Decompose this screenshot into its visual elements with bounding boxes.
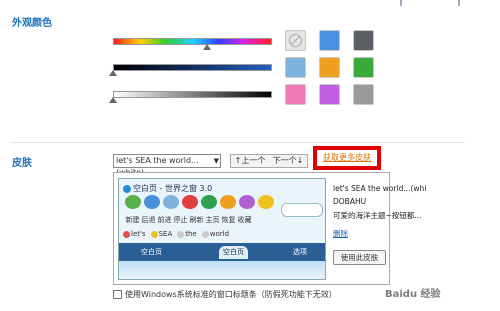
skin-preview: 空白页 - 世界之窗 3.0 新建 后退 前进 停止 刷新 主页 恢复 收藏 l… xyxy=(118,178,326,280)
get-more-skins-link[interactable]: 获取更多皮肤 xyxy=(317,150,377,166)
back-icon xyxy=(144,195,160,209)
preview-title-text: 空白页 - 世界之窗 3.0 xyxy=(133,184,213,193)
stop-icon xyxy=(182,195,198,209)
preview-address-bar xyxy=(281,203,323,217)
tool-label: 主页 xyxy=(205,216,220,224)
appearance-section-title: 外观颜色 xyxy=(12,18,52,29)
forward-icon xyxy=(163,195,179,209)
home-icon xyxy=(220,195,236,209)
fav-label: world xyxy=(209,230,230,238)
swatch-dark-gray[interactable] xyxy=(353,30,374,51)
preview-toolbar xyxy=(125,195,274,209)
highlight-box: 获取更多皮肤 xyxy=(313,146,381,170)
preview-favorites-bar: let's SEA the world xyxy=(123,230,229,238)
tool-label: 刷新 xyxy=(189,216,204,224)
chevron-down-icon: ▼ xyxy=(213,157,219,165)
fav-label: let's xyxy=(131,230,146,238)
use-skin-button[interactable]: 使用此皮肤 xyxy=(333,250,386,265)
swatch-orange[interactable] xyxy=(319,57,340,78)
window-title-checkbox[interactable] xyxy=(113,290,122,299)
top-strip xyxy=(0,0,500,8)
prev-skin-label: 上一个 xyxy=(241,156,266,165)
swatch-none[interactable] xyxy=(285,30,306,51)
next-skin-label: 下一个 xyxy=(272,156,297,165)
restore-icon xyxy=(239,195,255,209)
section-divider xyxy=(10,142,465,143)
fav-label: the xyxy=(185,230,197,238)
skin-author: DOBAHU xyxy=(333,197,367,206)
fav-label: SEA xyxy=(158,230,173,238)
window-title-option[interactable]: 使用Windows系统标准的窗口标题条（防假死功能下无效） xyxy=(113,289,337,300)
swatch-blue[interactable] xyxy=(319,30,340,51)
swatch-gray[interactable] xyxy=(353,84,374,105)
none-icon xyxy=(288,33,303,48)
preview-tab-active: 空白页 xyxy=(219,246,248,259)
skin-select[interactable]: let's SEA the world...(white) ▼ xyxy=(113,154,221,177)
window-title-option-label: 使用Windows系统标准的窗口标题条（防假死功能下无效） xyxy=(125,290,337,299)
saturation-slider-thumb[interactable] xyxy=(109,70,117,76)
skin-name: let's SEA the world...(whi xyxy=(333,184,427,193)
prev-skin-button[interactable]: ↑上一个 xyxy=(231,155,269,167)
tool-label: 新建 xyxy=(125,216,140,224)
fav-icon xyxy=(201,230,209,238)
new-icon xyxy=(125,195,141,209)
swatch-green[interactable] xyxy=(353,57,374,78)
fav-item: SEA xyxy=(150,230,173,238)
preview-content xyxy=(119,261,325,279)
swatch-light-blue[interactable] xyxy=(285,57,306,78)
fav-icon xyxy=(177,230,185,238)
brightness-slider-thumb[interactable] xyxy=(109,97,117,103)
preview-tab-bar: 空白页 空白页 选项 xyxy=(119,243,325,261)
browser-logo-icon xyxy=(123,184,131,193)
hue-slider-thumb[interactable] xyxy=(203,44,212,50)
delete-skin-link[interactable]: 删除 xyxy=(333,229,348,238)
fav-icon xyxy=(123,230,130,238)
skin-nav-buttons: ↑上一个 下一个↓ xyxy=(230,154,308,168)
preview-tab: 选项 xyxy=(293,248,307,256)
tool-label: 停止 xyxy=(173,216,188,224)
top-divider xyxy=(400,0,402,6)
swatch-pink[interactable] xyxy=(285,84,306,105)
saturation-slider-track[interactable] xyxy=(113,64,272,71)
preview-tab: 空白页 xyxy=(141,248,162,256)
skin-description: 可爱的海洋主题~按钮都... xyxy=(333,211,422,220)
fav-item: let's xyxy=(123,230,146,238)
preview-toolbar-labels: 新建 后退 前进 停止 刷新 主页 恢复 收藏 xyxy=(125,215,252,225)
tool-label: 恢复 xyxy=(221,216,236,224)
preview-title: 空白页 - 世界之窗 3.0 xyxy=(123,183,212,194)
next-skin-button[interactable]: 下一个↓ xyxy=(269,155,307,167)
tool-label: 收藏 xyxy=(237,216,252,224)
brightness-slider-track[interactable] xyxy=(113,91,272,98)
refresh-icon xyxy=(201,195,217,209)
top-divider xyxy=(458,0,460,6)
swatch-purple[interactable] xyxy=(319,84,340,105)
tool-label: 后退 xyxy=(141,216,156,224)
hue-slider-track[interactable] xyxy=(113,38,272,45)
skin-section-title: 皮肤 xyxy=(12,158,32,169)
fav-item: the xyxy=(177,230,197,238)
watermark: Baidu 经验 xyxy=(385,289,441,300)
star-icon xyxy=(258,195,274,209)
tool-label: 前进 xyxy=(157,216,172,224)
fav-item: world xyxy=(201,230,230,238)
fav-icon xyxy=(150,230,158,238)
